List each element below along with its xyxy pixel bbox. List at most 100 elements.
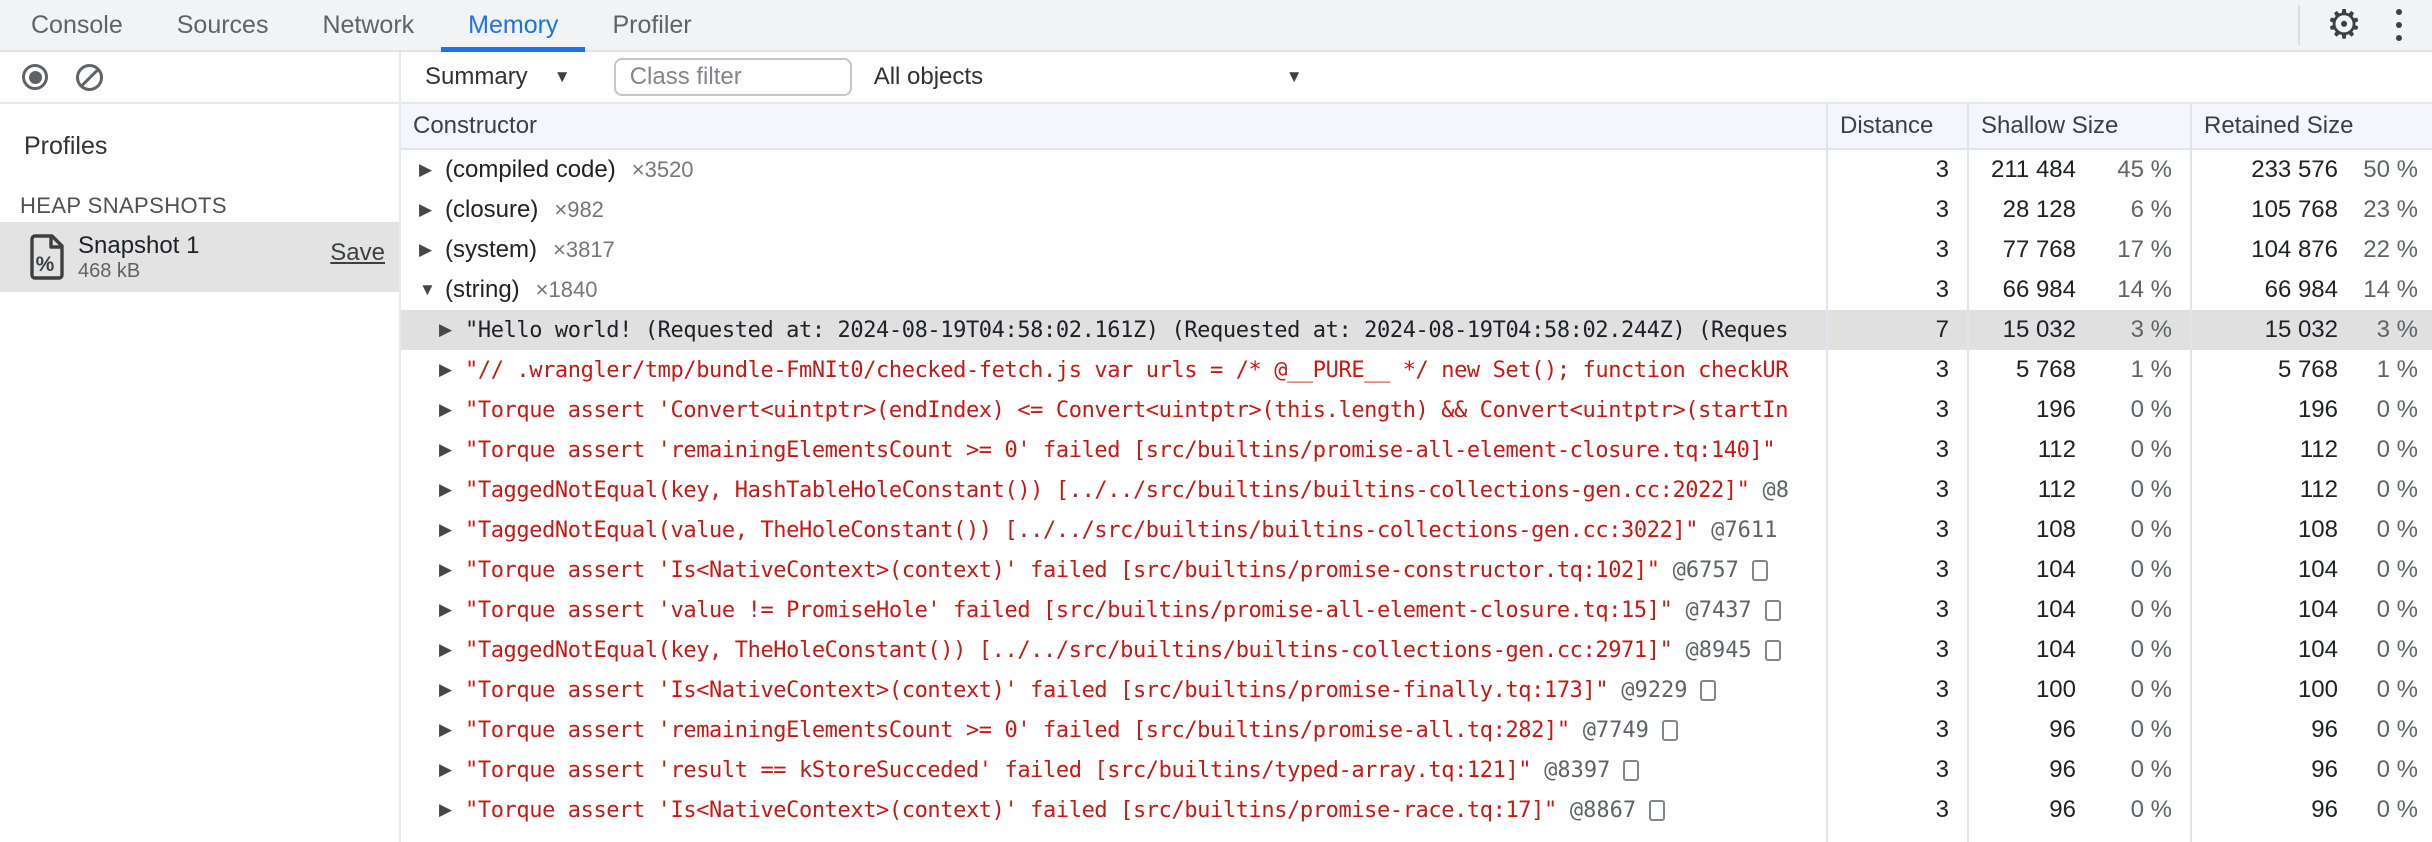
string-value: "TaggedNotEqual(key, HashTableHoleConsta… (465, 477, 1750, 503)
class-filter-input[interactable] (613, 58, 852, 96)
expand-arrow-icon[interactable]: ▶ (439, 680, 465, 700)
take-snapshot-record-icon[interactable] (22, 64, 48, 90)
object-id: @8945 (1685, 637, 1752, 663)
table-row[interactable]: ▶ (compiled code) ×3520 3 211 484 45 % 233 576… (401, 150, 2432, 190)
expand-arrow-icon[interactable]: ▶ (419, 160, 445, 180)
table-row[interactable]: ▶ "TaggedNotEqual(value, TheHoleConstant(… (401, 510, 2432, 550)
retained-size-percent: 0 % (2376, 596, 2418, 623)
string-value: "Torque assert 'Is<NativeContext>(contex… (465, 557, 1660, 583)
shallow-size-percent: 0 % (2130, 756, 2172, 783)
expand-arrow-icon[interactable]: ▶ (439, 480, 465, 500)
table-row[interactable]: ▶ "Torque assert 'value != PromiseHole' f… (401, 590, 2432, 630)
reveal-object-icon[interactable] (1661, 719, 1678, 741)
retained-size-cell: 104 0 % (2190, 550, 2432, 590)
table-row[interactable]: ▼ (string) ×1840 3 66 984 14 % 66 984 14 % (401, 270, 2432, 310)
expand-arrow-icon[interactable]: ▶ (439, 400, 465, 420)
reveal-object-icon[interactable] (1700, 679, 1717, 701)
expand-arrow-icon[interactable]: ▶ (439, 360, 465, 380)
expand-arrow-icon[interactable]: ▶ (439, 560, 465, 580)
expand-arrow-icon[interactable]: ▶ (439, 440, 465, 460)
constructor-cell: ▶ "TaggedNotEqual(value, TheHoleConstant(… (401, 510, 1826, 550)
shallow-size-value: 108 (2035, 516, 2076, 543)
collapse-arrow-icon[interactable]: ▼ (419, 280, 445, 300)
retained-size-value: 100 (2297, 676, 2338, 703)
reveal-object-icon[interactable] (1751, 559, 1768, 581)
constructor-name: (closure) (445, 196, 539, 223)
tab-network[interactable]: Network (295, 0, 441, 50)
table-row[interactable]: ▶ "Torque assert 'Is<NativeContext>(conte… (401, 790, 2432, 830)
retained-size-value: 104 (2297, 596, 2338, 623)
distance-cell: 3 (1826, 230, 1967, 270)
reveal-object-icon[interactable] (1764, 599, 1781, 621)
expand-arrow-icon[interactable]: ▶ (439, 320, 465, 340)
perspective-select-value: Summary (425, 63, 528, 90)
snapshot-size: 468 kB (78, 260, 141, 282)
retained-size-value: 96 (2311, 716, 2338, 743)
shallow-size-cell: 104 0 % (1967, 550, 2190, 590)
table-row[interactable]: ▶ "Torque assert 'Is<NativeContext>(conte… (401, 550, 2432, 590)
shallow-size-percent: 0 % (2130, 716, 2172, 743)
tab-memory[interactable]: Memory (441, 0, 586, 52)
expand-arrow-icon[interactable]: ▶ (439, 720, 465, 740)
reveal-object-icon[interactable] (1649, 799, 1666, 821)
reveal-object-icon[interactable] (1764, 639, 1781, 661)
objects-scope-select[interactable]: All objects ▼ (874, 63, 1312, 91)
expand-arrow-icon[interactable]: ▶ (439, 600, 465, 620)
reveal-object-icon[interactable] (1623, 759, 1640, 781)
retained-size-percent: 22 % (2363, 236, 2418, 263)
constructor-cell: ▼ (string) ×1840 (401, 270, 1826, 310)
table-row[interactable]: ▶ "TaggedNotEqual(key, HashTableHoleConst… (401, 470, 2432, 510)
retained-size-value: 15 032 (2264, 316, 2338, 343)
table-row[interactable]: ▶ "TaggedNotEqual(key, TheHoleConstant())… (401, 630, 2432, 670)
tab-console[interactable]: Console (4, 0, 150, 50)
heap-snapshot-grid: Constructor Distance Shallow Size Retain… (401, 104, 2432, 842)
shallow-size-value: 96 (2049, 756, 2076, 783)
perspective-select[interactable]: Summary ▼ (425, 63, 580, 91)
object-id: @7611 (1711, 517, 1778, 543)
column-header-constructor[interactable]: Constructor (401, 104, 1826, 148)
retained-size-percent: 0 % (2376, 756, 2418, 783)
table-row[interactable]: ▶ (system) ×3817 3 77 768 17 % 104 876 22 % (401, 230, 2432, 270)
expand-arrow-icon[interactable]: ▶ (419, 200, 445, 220)
string-value: "Torque assert 'result == kStoreSucceded… (465, 757, 1532, 783)
column-header-distance[interactable]: Distance (1826, 104, 1967, 148)
table-row[interactable]: ▶ "Torque assert 'result == kStoreSuccede… (401, 750, 2432, 790)
expand-arrow-icon[interactable]: ▶ (419, 240, 445, 260)
column-header-shallow-size[interactable]: Shallow Size (1967, 104, 2190, 148)
table-row[interactable]: ▶ "Torque assert 'remainingElementsCount … (401, 430, 2432, 470)
object-id: @8867 (1569, 797, 1637, 823)
expand-arrow-icon[interactable]: ▶ (439, 640, 465, 660)
constructor-cell: ▶ "Torque assert 'Is<NativeContext>(conte… (401, 550, 1826, 590)
object-id: @6757 (1672, 557, 1739, 583)
retained-size-cell: 5 768 1 % (2190, 350, 2432, 390)
constructor-cell: ▶ "Torque assert 'Convert<uintptr>(endInd… (401, 390, 1826, 430)
retained-size-percent: 14 % (2363, 276, 2418, 303)
table-row[interactable]: ▶ "Torque assert 'Is<NativeContext>(conte… (401, 670, 2432, 710)
settings-gear-icon[interactable]: ⚙ (2326, 5, 2362, 45)
table-row[interactable]: ▶ "// .wrangler/tmp/bundle-FmNIt0/checked… (401, 350, 2432, 390)
clear-profiles-icon[interactable] (76, 63, 103, 91)
distance-cell: 3 (1826, 510, 1967, 550)
table-row[interactable]: ▶ (closure) ×982 3 28 128 6 % 105 768 23 % (401, 190, 2432, 230)
shallow-size-cell: 112 0 % (1967, 430, 2190, 470)
expand-arrow-icon[interactable]: ▶ (439, 520, 465, 540)
retained-size-value: 104 (2297, 636, 2338, 663)
expand-arrow-icon[interactable]: ▶ (439, 800, 465, 820)
retained-size-percent: 0 % (2376, 636, 2418, 663)
more-menu-icon[interactable] (2388, 5, 2410, 45)
tab-profiler[interactable]: Profiler (585, 0, 718, 50)
table-row[interactable]: ▶ "Hello world! (Requested at: 2024-08-19… (401, 310, 2432, 350)
save-snapshot-link[interactable]: Save (330, 239, 385, 267)
distance-cell: 3 (1826, 790, 1967, 830)
sidebar-item-snapshot-1[interactable]: % Snapshot 1 468 kB Save (0, 222, 399, 292)
expand-arrow-icon[interactable]: ▶ (439, 760, 465, 780)
constructor-cell: ▶ (system) ×3817 (401, 230, 1826, 270)
filler-cell (2190, 830, 2432, 842)
table-row[interactable]: ▶ "Torque assert 'remainingElementsCount … (401, 710, 2432, 750)
table-row[interactable]: ▶ "Torque assert 'Convert<uintptr>(endInd… (401, 390, 2432, 430)
tab-sources[interactable]: Sources (150, 0, 296, 50)
heap-snapshots-section-title: HEAP SNAPSHOTS (20, 193, 227, 218)
retained-size-value: 233 576 (2251, 156, 2338, 183)
column-header-retained-size[interactable]: Retained Size (2190, 104, 2432, 148)
retained-size-cell: 233 576 50 % (2190, 150, 2432, 190)
